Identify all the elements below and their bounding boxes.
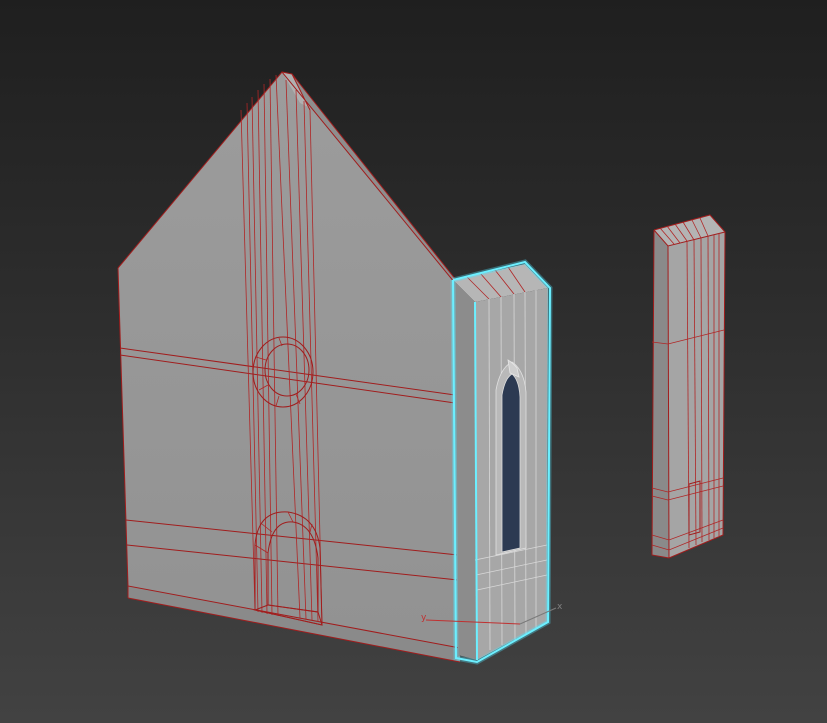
gizmo-y-label: y: [421, 613, 427, 623]
gable-wall-mesh[interactable]: [117, 71, 461, 663]
3d-viewport[interactable]: y x: [0, 0, 827, 723]
narrow-pillar-mesh[interactable]: [651, 214, 726, 559]
gizmo-x-label: x: [557, 602, 563, 612]
lancet-window: [495, 359, 527, 556]
selected-window-pillar-mesh[interactable]: [450, 259, 553, 665]
narrow-pillar-side-face: [652, 230, 669, 558]
narrow-pillar-front-face: [668, 232, 725, 558]
viewport-scene: y x: [117, 71, 726, 665]
